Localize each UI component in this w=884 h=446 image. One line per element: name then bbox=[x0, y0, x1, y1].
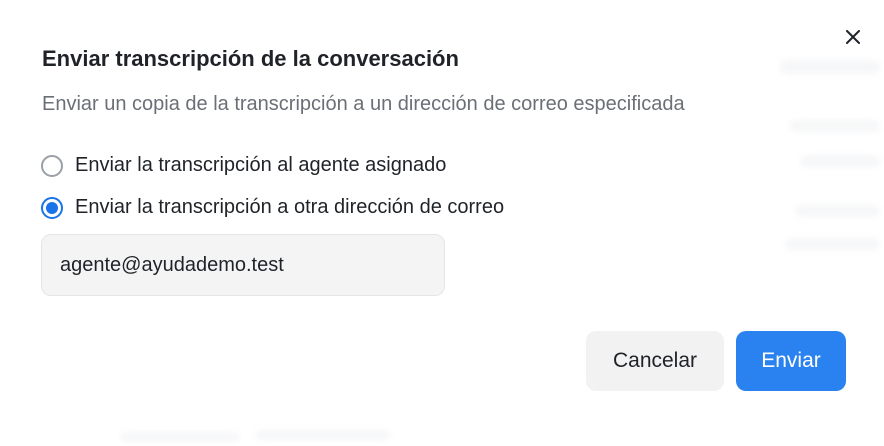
radio-other-email[interactable] bbox=[41, 196, 63, 219]
radio-assigned-agent[interactable] bbox=[41, 154, 63, 177]
dialog-subtitle: Enviar un copia de la transcripción a un… bbox=[42, 93, 685, 115]
dialog-title: Enviar transcripción de la conversación bbox=[42, 46, 459, 71]
send-button[interactable]: Enviar bbox=[736, 331, 846, 391]
close-button[interactable] bbox=[838, 22, 868, 52]
cancel-button[interactable]: Cancelar bbox=[586, 331, 724, 391]
option-other-email[interactable]: Enviar la transcripción a otra dirección… bbox=[41, 196, 504, 219]
email-field-value: agente@ayudademo.test bbox=[60, 253, 284, 276]
option-assigned-agent[interactable]: Enviar la transcripción al agente asigna… bbox=[41, 154, 446, 177]
option-assigned-agent-label: Enviar la transcripción al agente asigna… bbox=[75, 154, 447, 176]
email-field[interactable]: agente@ayudademo.test bbox=[41, 234, 445, 296]
send-transcript-dialog: Enviar transcripción de la conversación … bbox=[0, 0, 884, 446]
close-icon bbox=[846, 30, 860, 44]
option-other-email-label: Enviar la transcripción a otra dirección… bbox=[75, 196, 505, 218]
